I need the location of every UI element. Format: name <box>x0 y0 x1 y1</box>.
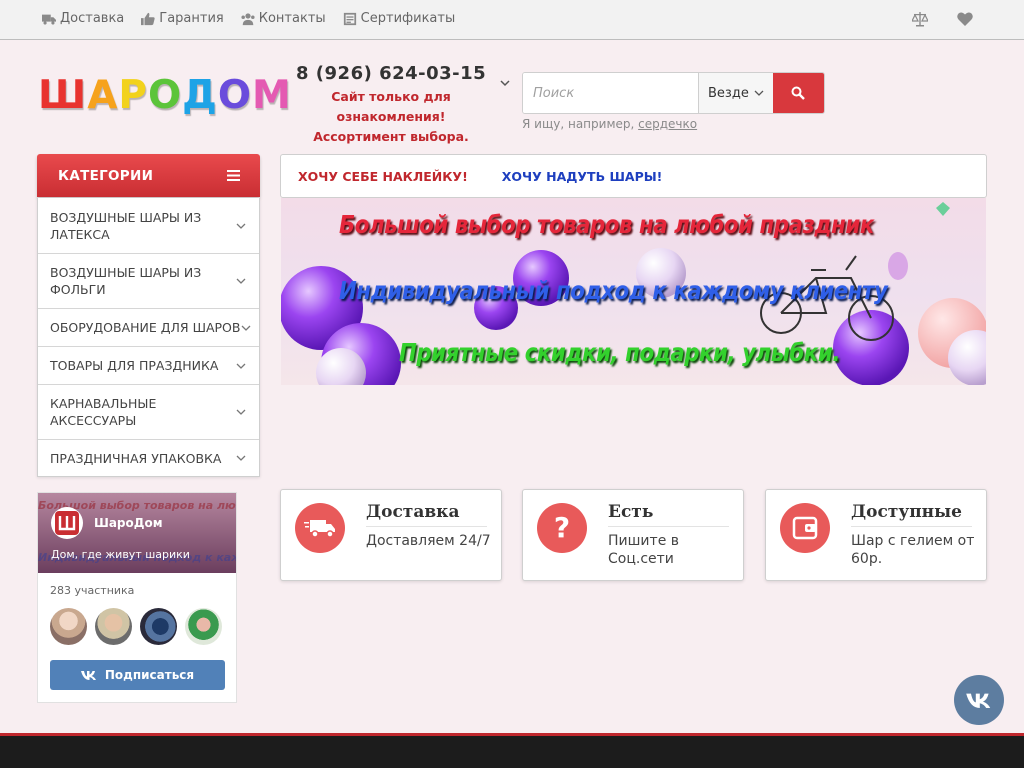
delivery-link-label: Доставка <box>60 11 125 26</box>
tab-sticker[interactable]: ХОЧУ СЕБЕ НАКЛЕЙКУ! <box>298 169 468 184</box>
feature-title: Доступные <box>851 502 972 527</box>
site-notice-line2: Ассортимент выбора. <box>313 129 469 144</box>
vk-group-widget: Большой выбор товаров на любой праздник … <box>37 492 237 703</box>
category-label: КАРНАВАЛЬНЫЕ АКСЕССУАРЫ <box>50 396 157 428</box>
category-party-goods[interactable]: ТОВАРЫ ДЛЯ ПРАЗДНИКА <box>38 346 259 384</box>
scales-icon <box>911 12 929 27</box>
search-input[interactable] <box>523 73 698 113</box>
wishlist-button[interactable] <box>957 11 973 31</box>
category-label: ВОЗДУШНЫЕ ШАРЫ ИЗ ФОЛЬГИ <box>50 265 202 297</box>
avatar[interactable] <box>185 608 222 645</box>
site-logo[interactable]: ШАРОДОМ <box>38 74 292 118</box>
certificate-icon <box>343 12 356 25</box>
tab-balloons[interactable]: ХОЧУ НАДУТЬ ШАРЫ! <box>502 169 663 184</box>
vk-subscribe-button[interactable]: Подписаться <box>50 660 225 690</box>
vk-logo-icon <box>966 693 991 708</box>
feature-text: Доставляем 24/7 <box>366 533 491 549</box>
feature-delivery[interactable]: Доставка Доставляем 24/7 <box>280 489 502 581</box>
site-notice-line1: Сайт только для ознакомления! <box>331 89 451 124</box>
chevron-down-icon <box>754 90 764 96</box>
avatar[interactable] <box>140 608 177 645</box>
wallet-icon <box>780 503 830 553</box>
feature-support[interactable]: ? Есть Пишите в Соц.сети <box>522 489 744 581</box>
search-hint-prefix: Я ищу, например, <box>522 117 635 131</box>
feature-text: Шар с гелием от 60р. <box>851 533 975 567</box>
vk-cover[interactable]: Большой выбор товаров на любой праздник … <box>38 493 236 573</box>
vk-floating-button[interactable] <box>954 675 1004 725</box>
thumbs-up-icon <box>141 12 155 25</box>
avatar[interactable] <box>95 608 132 645</box>
category-label: ТОВАРЫ ДЛЯ ПРАЗДНИКА <box>50 358 219 373</box>
banner-line2: Индивидуальный подход к каждому клиенту <box>339 276 888 305</box>
logo-letter: Р <box>118 73 148 118</box>
svg-text:?: ? <box>554 513 570 543</box>
chevron-down-icon <box>236 455 246 461</box>
categories-title: КАТЕГОРИИ <box>58 167 154 184</box>
search-bar: Везде <box>522 72 825 114</box>
search-icon <box>791 86 806 100</box>
categories-header[interactable]: КАТЕГОРИИ <box>37 154 260 197</box>
promo-tabs: ХОЧУ СЕБЕ НАКЛЕЙКУ! ХОЧУ НАДУТЬ ШАРЫ! <box>280 154 987 198</box>
footer <box>0 733 1024 768</box>
search-scope-value: Везде <box>708 85 749 101</box>
logo-letter: Д <box>182 73 218 118</box>
search-button[interactable] <box>772 73 824 113</box>
delivery-link[interactable]: Доставка <box>42 11 124 26</box>
warranty-link[interactable]: Гарантия <box>141 11 224 26</box>
question-bubble-icon: ? <box>537 503 587 553</box>
truck-icon <box>42 14 56 25</box>
feature-prices[interactable]: Доступные Шар с гелием от 60р. <box>765 489 987 581</box>
logo-letter: О <box>217 73 253 118</box>
vk-subscribe-label: Подписаться <box>104 668 195 682</box>
search-scope-select[interactable]: Везде <box>698 73 773 113</box>
category-foil-balloons[interactable]: ВОЗДУШНЫЕ ШАРЫ ИЗ ФОЛЬГИ <box>38 253 259 308</box>
feature-title: Доставка <box>366 502 487 527</box>
category-gift-wrapping[interactable]: ПРАЗДНИЧНАЯ УПАКОВКА <box>38 439 259 476</box>
feature-text: Пишите в Соц.сети <box>608 533 680 567</box>
logo-letter: А <box>87 73 119 118</box>
feature-title: Есть <box>608 502 729 527</box>
contacts-link[interactable]: Контакты <box>241 11 326 26</box>
search-hint: Я ищу, например, сердечко <box>522 117 697 131</box>
avatar[interactable] <box>50 608 87 645</box>
chevron-down-icon <box>236 409 246 415</box>
certificates-link[interactable]: Сертификаты <box>343 11 456 26</box>
users-icon <box>241 12 255 25</box>
logo-letter: О <box>147 73 183 118</box>
truck-icon <box>295 503 345 553</box>
category-label: ОБОРУДОВАНИЕ ДЛЯ ШАРОВ <box>50 320 241 335</box>
chevron-down-icon <box>236 278 246 284</box>
vk-group-name[interactable]: ШароДом <box>94 516 163 530</box>
vk-group-tagline: Дом, где живут шарики <box>51 548 190 561</box>
warranty-link-label: Гарантия <box>159 11 224 26</box>
banner-line3: Приятные скидки, подарки, улыбки. <box>399 338 841 367</box>
site-notice: Сайт только для ознакомления! Ассортимен… <box>277 87 505 147</box>
banner-line1: Большой выбор товаров на любой праздник <box>339 210 874 239</box>
contacts-link-label: Контакты <box>258 11 326 26</box>
menu-icon <box>227 170 240 181</box>
vk-group-avatar[interactable] <box>51 507 83 539</box>
chevron-down-icon <box>241 325 251 331</box>
top-bar: Доставка Гарантия Контакты Сертификаты <box>0 0 1024 40</box>
compare-button[interactable] <box>911 11 929 31</box>
logo-letter: Ш <box>38 73 88 118</box>
category-label: ПРАЗДНИЧНАЯ УПАКОВКА <box>50 450 222 466</box>
categories-list: ВОЗДУШНЫЕ ШАРЫ ИЗ ЛАТЕКСА ВОЗДУШНЫЕ ШАРЫ… <box>37 198 260 477</box>
chevron-down-icon <box>236 223 246 229</box>
category-balloon-equipment[interactable]: ОБОРУДОВАНИЕ ДЛЯ ШАРОВ <box>38 308 259 346</box>
search-hint-example[interactable]: сердечко <box>638 117 697 131</box>
vk-member-count: 283 участника <box>50 584 135 597</box>
certificates-link-label: Сертификаты <box>360 11 456 26</box>
chevron-down-icon <box>236 363 246 369</box>
category-carnival-accessories[interactable]: КАРНАВАЛЬНЫЕ АКСЕССУАРЫ <box>38 384 259 439</box>
vk-logo-icon <box>80 671 96 680</box>
vk-member-avatars <box>50 608 222 645</box>
promo-banner[interactable]: Большой выбор товаров на любой праздник … <box>281 198 986 385</box>
category-latex-balloons[interactable]: ВОЗДУШНЫЕ ШАРЫ ИЗ ЛАТЕКСА <box>38 198 259 253</box>
heart-icon <box>957 12 973 26</box>
top-links: Доставка Гарантия Контакты Сертификаты <box>42 11 455 26</box>
phone-number[interactable]: 8 (926) 624-03-15 <box>296 63 486 84</box>
category-label: ВОЗДУШНЫЕ ШАРЫ ИЗ ЛАТЕКСА <box>50 209 202 242</box>
